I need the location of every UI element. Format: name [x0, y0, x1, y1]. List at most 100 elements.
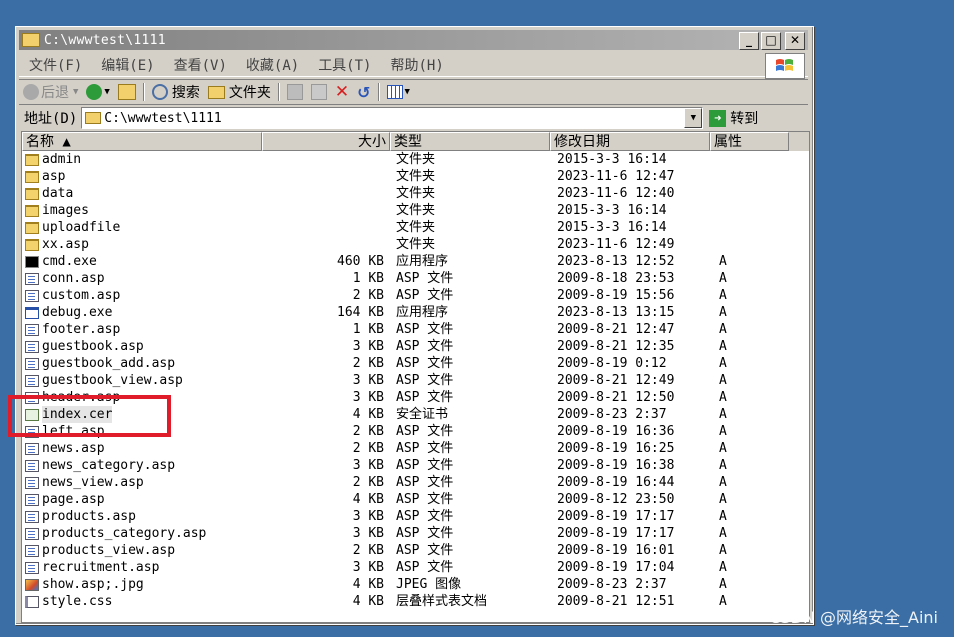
column-header-name[interactable]: 名称 ▲ — [22, 132, 262, 151]
file-name: news_category.asp — [42, 458, 176, 473]
file-row[interactable]: page.asp 4 KB ASP 文件 2009-8-12 23:50 A — [22, 491, 809, 508]
menu-edit[interactable]: 编辑(E) — [91, 55, 163, 75]
file-row[interactable]: footer.asp 1 KB ASP 文件 2009-8-21 12:47 A — [22, 321, 809, 338]
asp-file-icon — [25, 493, 39, 506]
toolbar: 后退 ▼ ▼ 搜索 文件夹 ✕ ↺ ▼ — [19, 79, 808, 105]
asp-file-icon — [25, 561, 39, 574]
file-row[interactable]: news.asp 2 KB ASP 文件 2009-8-19 16:25 A — [22, 440, 809, 457]
search-label: 搜索 — [171, 85, 200, 101]
explorer-window: C:\wwwtest\1111 _ □ ✕ 文件(F) 编辑(E) 查看(V) … — [15, 26, 814, 625]
menu-tools[interactable]: 工具(T) — [308, 55, 380, 75]
file-attributes: A — [719, 475, 727, 490]
file-date: 2023-11-6 12:40 — [557, 186, 675, 201]
undo-button[interactable]: ↺ — [353, 83, 374, 102]
file-date: 2009-8-19 16:01 — [557, 543, 675, 558]
file-name: images — [42, 203, 89, 218]
file-row[interactable]: guestbook_view.asp 3 KB ASP 文件 2009-8-21 12… — [22, 372, 809, 389]
file-type: ASP 文件 — [396, 390, 454, 405]
go-button[interactable]: ➜ 转到 — [709, 108, 758, 128]
asp-file-icon — [25, 527, 39, 540]
file-date: 2009-8-21 12:49 — [557, 373, 675, 388]
file-row[interactable]: products.asp 3 KB ASP 文件 2009-8-19 17:17 A — [22, 508, 809, 525]
file-name: footer.asp — [42, 322, 121, 337]
file-attributes — [710, 219, 789, 236]
chevron-down-icon: ▼ — [404, 87, 410, 97]
address-dropdown-button[interactable]: ▼ — [684, 108, 703, 128]
toolbar-divider — [377, 83, 380, 101]
file-type: ASP 文件 — [396, 373, 454, 388]
minimize-button[interactable]: _ — [739, 32, 759, 50]
file-name: style.css — [42, 594, 113, 609]
file-row[interactable]: news_category.asp 3 KB ASP 文件 2009-8-19 16:… — [22, 457, 809, 474]
file-row[interactable]: products_category.asp 3 KB ASP 文件 2009-8-19… — [22, 525, 809, 542]
jpg-file-icon — [25, 578, 39, 591]
file-row[interactable]: guestbook.asp 3 KB ASP 文件 2009-8-21 12:35 A — [22, 338, 809, 355]
file-row[interactable]: custom.asp 2 KB ASP 文件 2009-8-19 15:56 A — [22, 287, 809, 304]
address-bar: 地址(D) C:\wwwtest\1111 ▼ ➜ 转到 — [19, 106, 808, 130]
asp-file-icon — [25, 544, 39, 557]
file-name-cell: news_category.asp — [22, 457, 262, 474]
file-row[interactable]: cmd.exe 460 KB 应用程序 2023-8-13 12:52 A — [22, 253, 809, 270]
file-row[interactable]: products_view.asp 2 KB ASP 文件 2009-8-19 16:… — [22, 542, 809, 559]
search-button[interactable]: 搜索 — [148, 82, 204, 102]
file-type: ASP 文件 — [396, 288, 454, 303]
file-row[interactable]: images 文件夹 2015-3-3 16:14 — [22, 202, 809, 219]
file-type: ASP 文件 — [396, 560, 454, 575]
move-to-button[interactable] — [283, 84, 307, 100]
file-date: 2023-8-13 13:15 — [557, 305, 675, 320]
file-attributes: A — [719, 305, 727, 320]
column-header-type[interactable]: 类型 — [390, 132, 550, 151]
file-size: 1 KB — [352, 271, 384, 286]
file-name-cell: footer.asp — [22, 321, 262, 338]
column-header-attributes[interactable]: 属性 — [710, 132, 789, 151]
asp-file-icon — [25, 374, 39, 387]
views-button[interactable]: ▼ — [383, 85, 414, 99]
file-row[interactable]: conn.asp 1 KB ASP 文件 2009-8-18 23:53 A — [22, 270, 809, 287]
chevron-down-icon: ▼ — [73, 87, 79, 97]
folders-button[interactable]: 文件夹 — [204, 82, 275, 102]
column-header-size[interactable]: 大小 — [262, 132, 390, 151]
file-row[interactable]: uploadfile 文件夹 2015-3-3 16:14 — [22, 219, 809, 236]
file-size: 2 KB — [352, 441, 384, 456]
file-row[interactable]: asp 文件夹 2023-11-6 12:47 — [22, 168, 809, 185]
file-size: 3 KB — [352, 390, 384, 405]
file-type: ASP 文件 — [396, 271, 454, 286]
folders-icon — [207, 85, 225, 99]
up-folder-button[interactable] — [114, 84, 140, 100]
delete-button[interactable]: ✕ — [331, 82, 353, 102]
title-bar[interactable]: C:\wwwtest\1111 _ □ ✕ — [19, 30, 808, 50]
undo-icon: ↺ — [357, 82, 371, 102]
menu-view[interactable]: 查看(V) — [164, 55, 236, 75]
file-row[interactable]: admin 文件夹 2015-3-3 16:14 — [22, 151, 809, 168]
file-size: 2 KB — [352, 424, 384, 439]
file-row[interactable]: news_view.asp 2 KB ASP 文件 2009-8-19 16:44 A — [22, 474, 809, 491]
maximize-button[interactable]: □ — [761, 32, 781, 50]
menu-help[interactable]: 帮助(H) — [380, 55, 452, 75]
file-size — [262, 185, 390, 202]
copy-to-button[interactable] — [307, 84, 331, 100]
forward-button[interactable]: ▼ — [82, 84, 113, 100]
move-to-icon — [286, 84, 303, 100]
delete-x-icon: ✕ — [334, 82, 350, 102]
file-row[interactable]: style.css 4 KB 层叠样式表文档 2009-8-21 12:51 A — [22, 593, 809, 610]
file-row[interactable]: xx.asp 文件夹 2023-11-6 12:49 — [22, 236, 809, 253]
file-row[interactable]: show.asp;.jpg 4 KB JPEG 图像 2009-8-23 2:37 A — [22, 576, 809, 593]
asp-file-icon — [25, 272, 39, 285]
address-input[interactable]: C:\wwwtest\1111 ▼ — [81, 107, 704, 129]
file-type: JPEG 图像 — [396, 577, 462, 592]
file-row[interactable]: data 文件夹 2023-11-6 12:40 — [22, 185, 809, 202]
asp-file-icon — [25, 357, 39, 370]
back-button[interactable]: 后退 ▼ — [19, 82, 82, 102]
file-attributes — [710, 185, 789, 202]
folder-file-icon — [25, 221, 39, 234]
menu-file[interactable]: 文件(F) — [19, 55, 91, 75]
file-type: ASP 文件 — [396, 458, 454, 473]
file-row[interactable]: guestbook_add.asp 2 KB ASP 文件 2009-8-19 0:1… — [22, 355, 809, 372]
file-row[interactable]: recruitment.asp 3 KB ASP 文件 2009-8-19 17:04… — [22, 559, 809, 576]
copy-to-icon — [310, 84, 327, 100]
close-button[interactable]: ✕ — [785, 32, 805, 50]
menu-favorites[interactable]: 收藏(A) — [236, 55, 308, 75]
file-row[interactable]: debug.exe 164 KB 应用程序 2023-8-13 13:15 A — [22, 304, 809, 321]
file-name-cell: guestbook.asp — [22, 338, 262, 355]
column-header-date[interactable]: 修改日期 — [550, 132, 710, 151]
